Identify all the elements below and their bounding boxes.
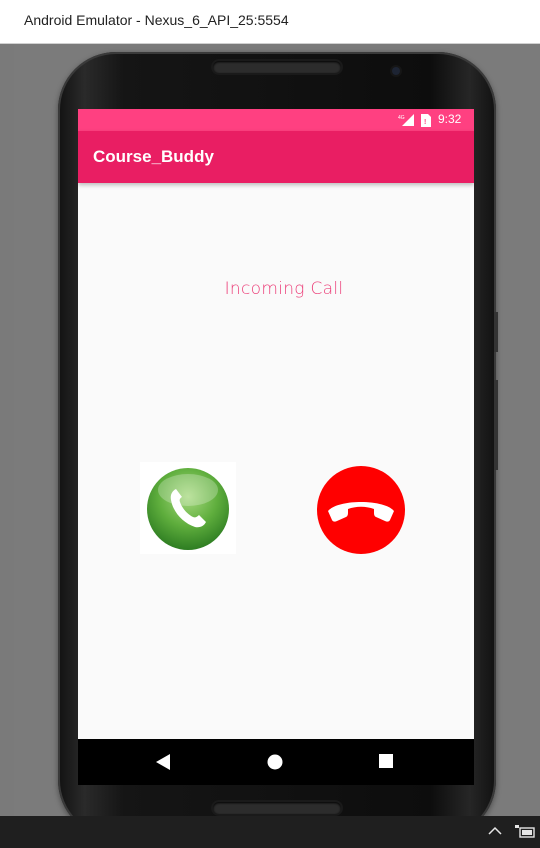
battery-icon[interactable]: [514, 824, 536, 840]
bottom-speaker: [213, 802, 341, 814]
incoming-call-label: Incoming Call: [224, 279, 344, 299]
phone-decline-icon: [317, 466, 405, 554]
decline-call-button[interactable]: [316, 465, 406, 555]
signal-4g-icon: 4G: [398, 114, 414, 126]
recent-apps-icon[interactable]: [379, 754, 393, 768]
home-icon[interactable]: [267, 754, 283, 770]
chevron-up-icon[interactable]: [486, 822, 504, 840]
svg-text:!: !: [424, 119, 426, 126]
windows-taskbar: [0, 816, 540, 848]
front-camera: [392, 67, 400, 75]
android-nav-bar: [78, 739, 474, 785]
window-title: Android Emulator - Nexus_6_API_25:5554: [24, 12, 289, 28]
status-time: 9:32: [438, 112, 462, 126]
app-bar: Course_Buddy: [78, 131, 474, 183]
accept-call-button[interactable]: [140, 462, 236, 554]
emulator-title-bar: Android Emulator - Nexus_6_API_25:5554: [0, 0, 540, 44]
back-icon[interactable]: [156, 754, 170, 770]
power-button[interactable]: [494, 312, 498, 352]
sim-card-icon: !: [421, 114, 431, 127]
app-title: Course_Buddy: [93, 147, 214, 166]
svg-text:4G: 4G: [398, 115, 405, 121]
status-bar: 4G ! 9:32: [78, 109, 474, 131]
volume-button[interactable]: [494, 380, 498, 470]
earpiece-speaker: [213, 61, 341, 73]
device-screen: 4G ! 9:32 Course_Buddy Incoming Call: [78, 109, 474, 739]
phone-accept-icon: [147, 468, 229, 550]
